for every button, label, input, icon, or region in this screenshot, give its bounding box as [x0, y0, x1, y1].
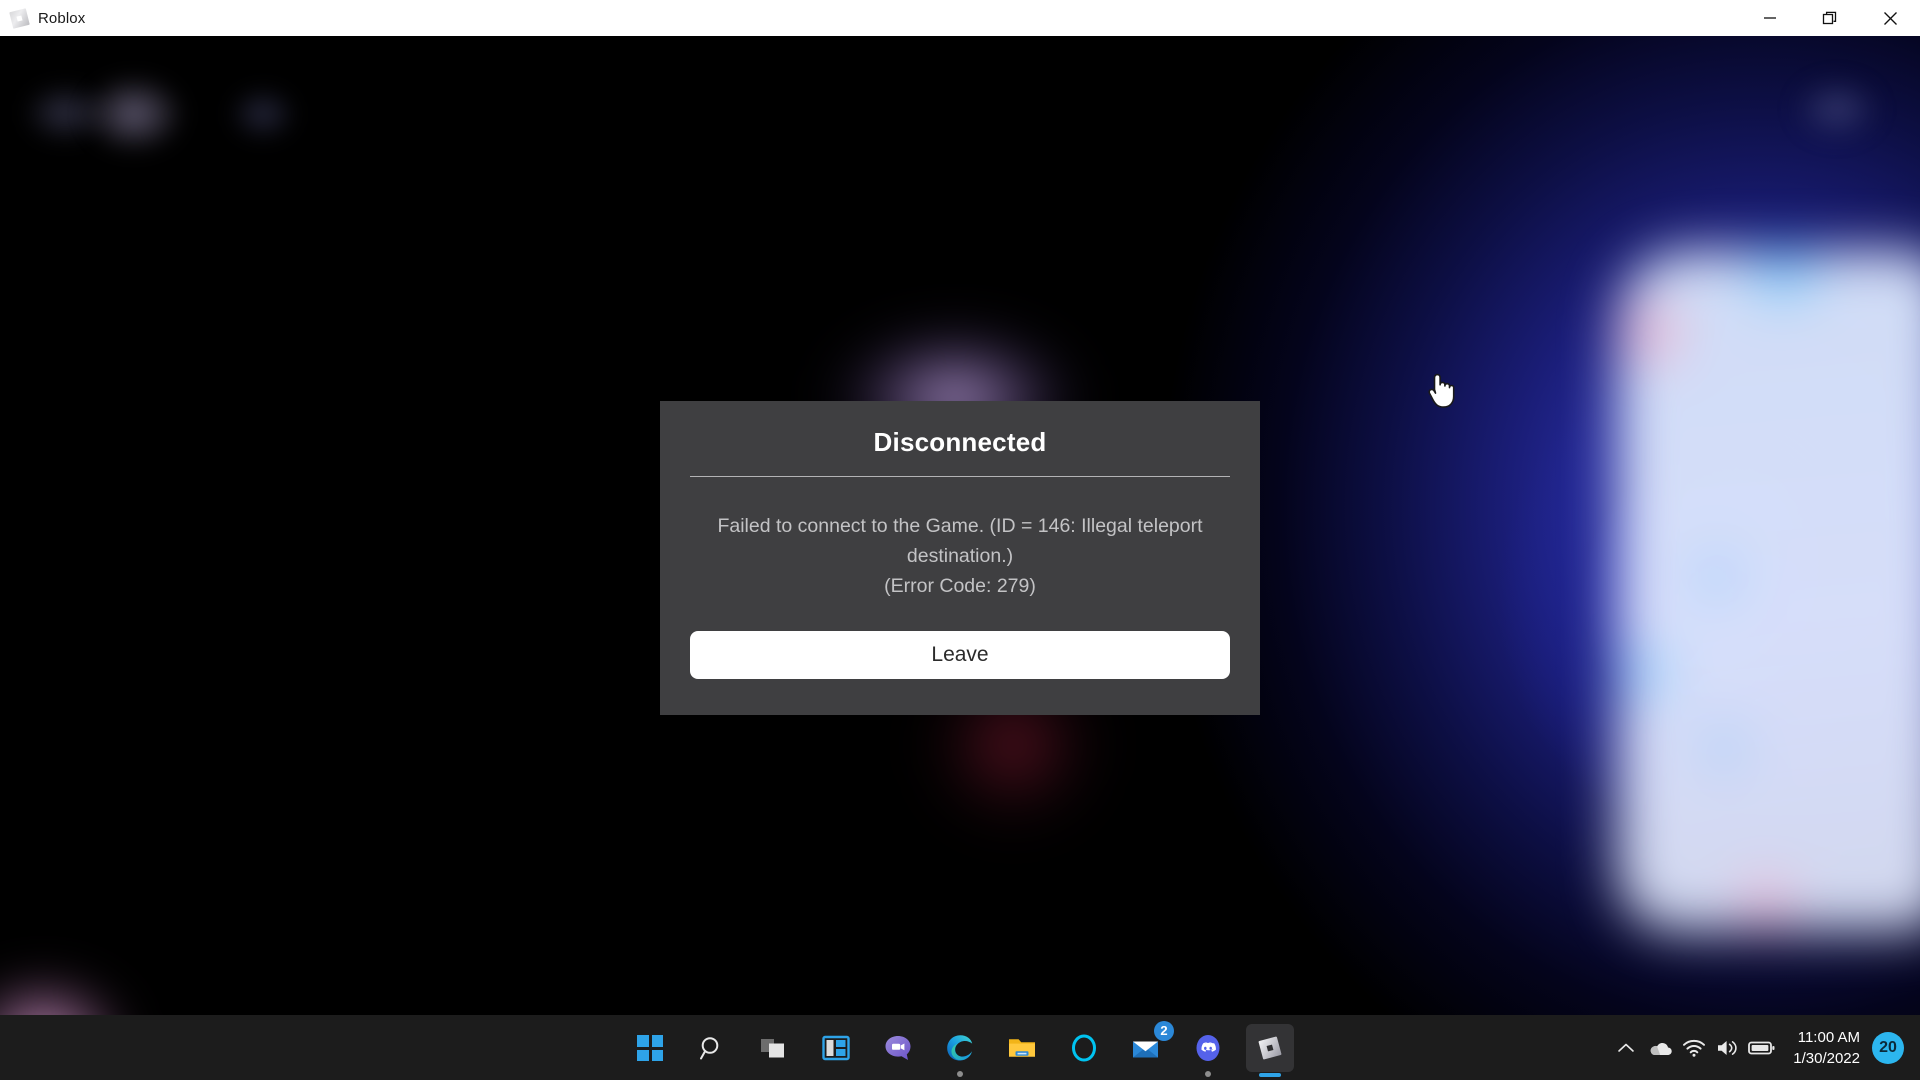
restore-icon[interactable]: [1800, 0, 1860, 36]
battery-tray-icon[interactable]: [1745, 1015, 1779, 1080]
alexa-icon: [1072, 1034, 1096, 1062]
wifi-icon: [1683, 1039, 1706, 1057]
roblox-logo-icon: [1258, 1036, 1282, 1060]
mail-badge: 2: [1154, 1021, 1174, 1041]
roblox-logo-icon: [9, 7, 30, 29]
discord-button[interactable]: [1184, 1024, 1232, 1077]
widgets-icon: [822, 1035, 850, 1061]
roblox-button[interactable]: [1246, 1024, 1294, 1077]
start-button[interactable]: [626, 1024, 674, 1072]
task-view-button[interactable]: [750, 1024, 798, 1072]
windows-taskbar: 2 11:00 AM 1/30/2022 20: [0, 1015, 1920, 1080]
chat-button[interactable]: [874, 1024, 922, 1072]
volume-tray-icon[interactable]: [1711, 1015, 1745, 1080]
blurred-hud-element: [82, 74, 186, 154]
background-pink-glow: [0, 941, 170, 1015]
onedrive-tray-icon[interactable]: [1643, 1015, 1677, 1080]
dialog-message-text: Failed to connect to the Game. (ID = 146…: [717, 515, 1203, 597]
chat-teams-icon: [885, 1036, 911, 1060]
edge-button[interactable]: [936, 1024, 984, 1077]
folder-icon: [1009, 1039, 1035, 1057]
running-indicator: [1205, 1071, 1211, 1077]
search-icon: [700, 1037, 719, 1060]
disconnected-dialog: Disconnected Failed to connect to the Ga…: [660, 401, 1260, 715]
microsoft-edge-icon: [947, 1035, 973, 1061]
dialog-title: Disconnected: [873, 427, 1047, 457]
mail-button[interactable]: 2: [1122, 1021, 1174, 1072]
window-title-text: Roblox: [38, 9, 86, 27]
notification-count-badge[interactable]: 20: [1872, 1031, 1904, 1064]
widgets-button[interactable]: [812, 1024, 860, 1072]
cloud-icon: [1650, 1042, 1672, 1055]
tray-time: 11:00 AM: [1797, 1028, 1860, 1046]
speaker-icon: [1718, 1040, 1737, 1055]
game-viewport: Disconnected Failed to connect to the Ga…: [0, 36, 1920, 1015]
clock-button[interactable]: 11:00 AM 1/30/2022: [1779, 1027, 1872, 1069]
task-view-icon: [761, 1039, 784, 1058]
windows-logo-icon: [637, 1035, 663, 1061]
blurred-hud-element: [228, 86, 298, 142]
title-bar-left-group: Roblox: [0, 7, 86, 29]
active-window-indicator: [1259, 1073, 1281, 1077]
blurred-game-panel: [1618, 251, 1920, 931]
file-explorer-button[interactable]: [998, 1024, 1046, 1072]
search-button[interactable]: [688, 1024, 736, 1072]
tray-date: 1/30/2022: [1793, 1049, 1860, 1067]
minimize-icon[interactable]: [1740, 0, 1800, 36]
roblox-application-window: Roblox Disconnected Failed to connect to…: [0, 0, 1920, 1080]
system-tray: 11:00 AM 1/30/2022 20: [1609, 1015, 1920, 1080]
leave-button[interactable]: Leave: [690, 631, 1230, 679]
mail-icon: [1133, 1041, 1158, 1058]
window-controls-group: [1740, 0, 1920, 36]
alexa-button[interactable]: [1060, 1024, 1108, 1072]
taskbar-pinned-apps: 2: [626, 1015, 1294, 1080]
battery-icon: [1748, 1041, 1775, 1054]
blurred-hud-element: [1794, 78, 1880, 140]
network-tray-icon[interactable]: [1677, 1015, 1711, 1080]
show-hidden-icons-button[interactable]: [1609, 1015, 1643, 1080]
discord-icon: [1196, 1035, 1220, 1061]
chevron-up-icon: [1618, 1043, 1635, 1052]
window-title-bar: Roblox: [0, 0, 1920, 36]
running-indicator: [957, 1071, 963, 1077]
close-icon[interactable]: [1860, 0, 1920, 36]
